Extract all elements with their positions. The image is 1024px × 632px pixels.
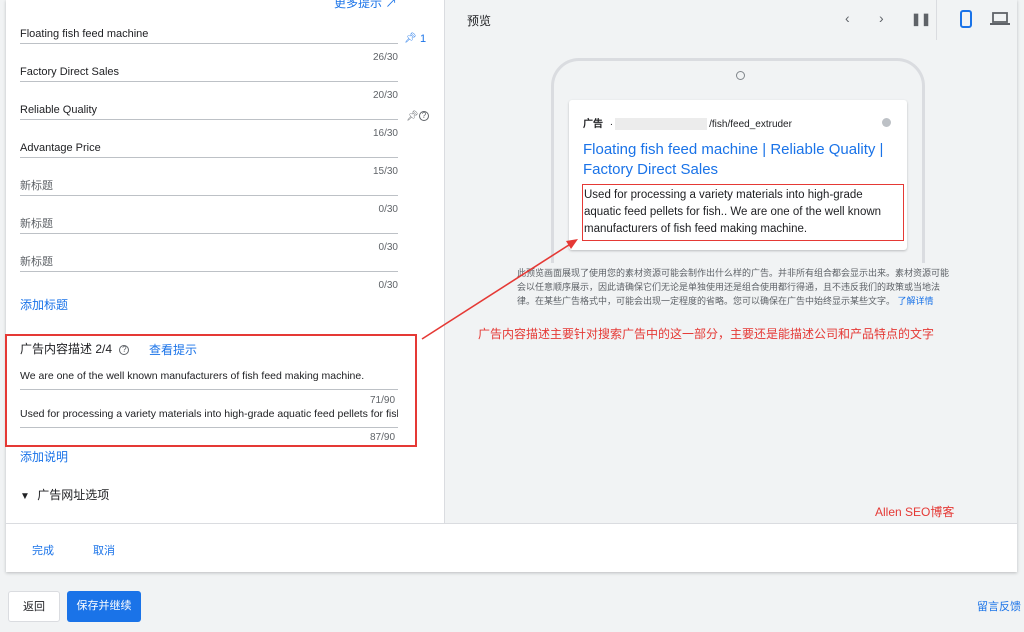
back-button[interactable]: 返回 [8, 591, 60, 622]
annotation-arrow [421, 239, 578, 340]
save-continue-button[interactable]: 保存并继续 [67, 591, 141, 622]
feedback-link[interactable]: 留言反馈 [977, 598, 1021, 614]
